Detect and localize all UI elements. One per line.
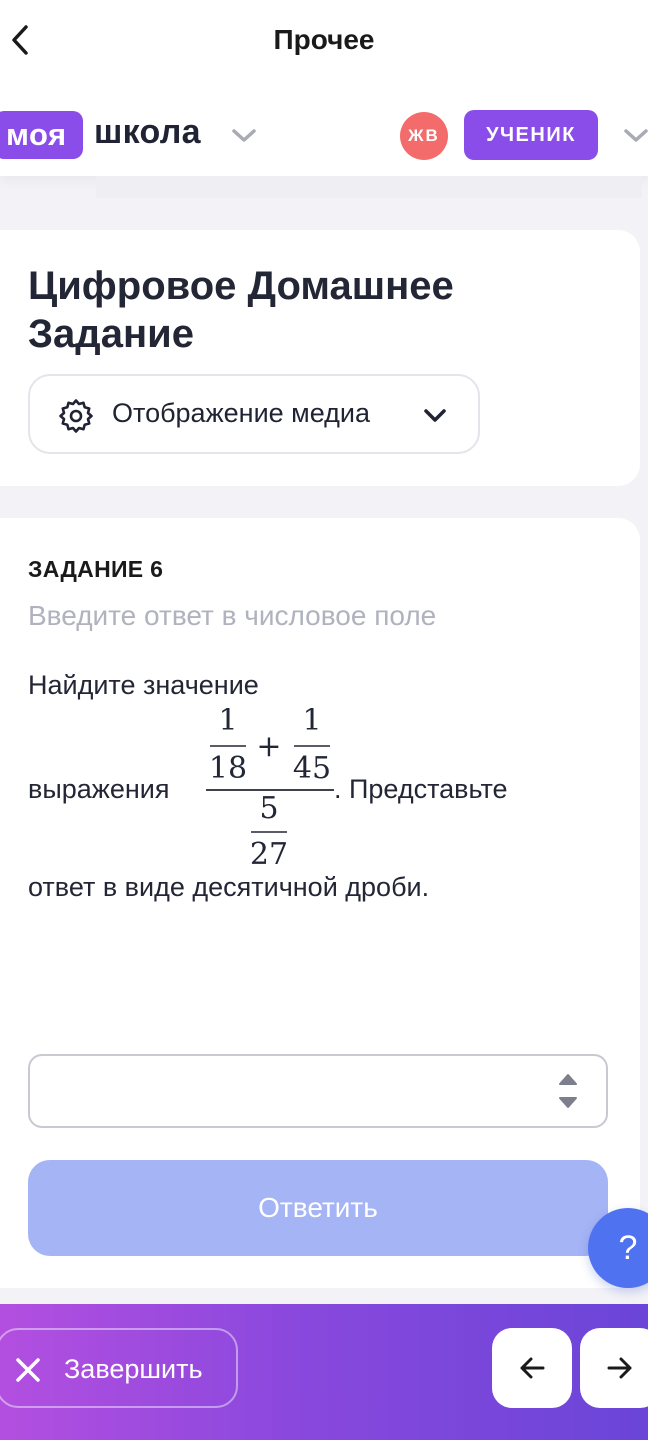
arrow-left-icon: [520, 1357, 545, 1379]
finish-button[interactable]: Завершить: [0, 1328, 238, 1408]
task-text-line: ответ в виде десятичной дроби.: [28, 872, 430, 902]
math-denominator-c: 27: [250, 837, 288, 872]
logo-pill: моя: [0, 111, 83, 159]
task-number: ЗАДАНИЕ 6: [28, 556, 164, 582]
task-hint: Введите ответ в числовое поле: [28, 600, 437, 631]
task-card: ЗАДАНИЕ 6 Введите ответ в числовое поле …: [0, 518, 640, 1288]
finish-label: Завершить: [64, 1354, 203, 1384]
media-display-label: Отображение медиа: [112, 398, 371, 428]
answer-number-input[interactable]: [28, 1054, 608, 1128]
math-numerator-c: 5: [259, 791, 278, 826]
arrow-right-icon: [607, 1357, 632, 1379]
math-denominator-b: 45: [293, 751, 331, 786]
gear-icon: [59, 399, 93, 433]
math-expression: 1 18 + 1 45 5 27: [206, 708, 334, 872]
chevron-down-icon[interactable]: [622, 126, 648, 146]
math-numerator-a: 1: [218, 708, 237, 738]
spin-down-icon[interactable]: [558, 1096, 578, 1110]
math-numerator-b: 1: [302, 708, 321, 738]
avatar[interactable]: ЖВ: [400, 112, 448, 160]
role-badge[interactable]: УЧЕНИК: [464, 110, 598, 160]
submit-answer-button[interactable]: Ответить: [28, 1160, 608, 1256]
spin-up-icon[interactable]: [558, 1072, 578, 1086]
chevron-down-icon: [424, 409, 446, 422]
task-text-line: выражения: [28, 774, 170, 804]
chevron-down-icon[interactable]: [230, 126, 258, 146]
bottom-bar: Завершить: [0, 1304, 648, 1440]
close-icon: [16, 1358, 40, 1382]
media-display-button[interactable]: Отображение медиа: [28, 374, 480, 454]
math-plus: +: [256, 729, 281, 764]
school-header: моя школа ЖВ УЧЕНИК: [0, 84, 648, 176]
page-title: Прочее: [273, 24, 375, 55]
next-task-button[interactable]: [580, 1328, 648, 1408]
task-text-line: Найдите значение: [28, 670, 259, 700]
homework-card: Цифровое Домашнее Задание Отображение ме…: [0, 230, 640, 486]
top-bar: Прочее: [0, 0, 648, 84]
task-text-line: . Представьте: [334, 774, 508, 804]
header-shadow: [96, 176, 642, 198]
math-denominator-a: 18: [209, 751, 247, 786]
logo-text: школа: [94, 113, 201, 151]
previous-task-button[interactable]: [492, 1328, 572, 1408]
homework-title: Цифровое Домашнее Задание: [28, 264, 454, 356]
